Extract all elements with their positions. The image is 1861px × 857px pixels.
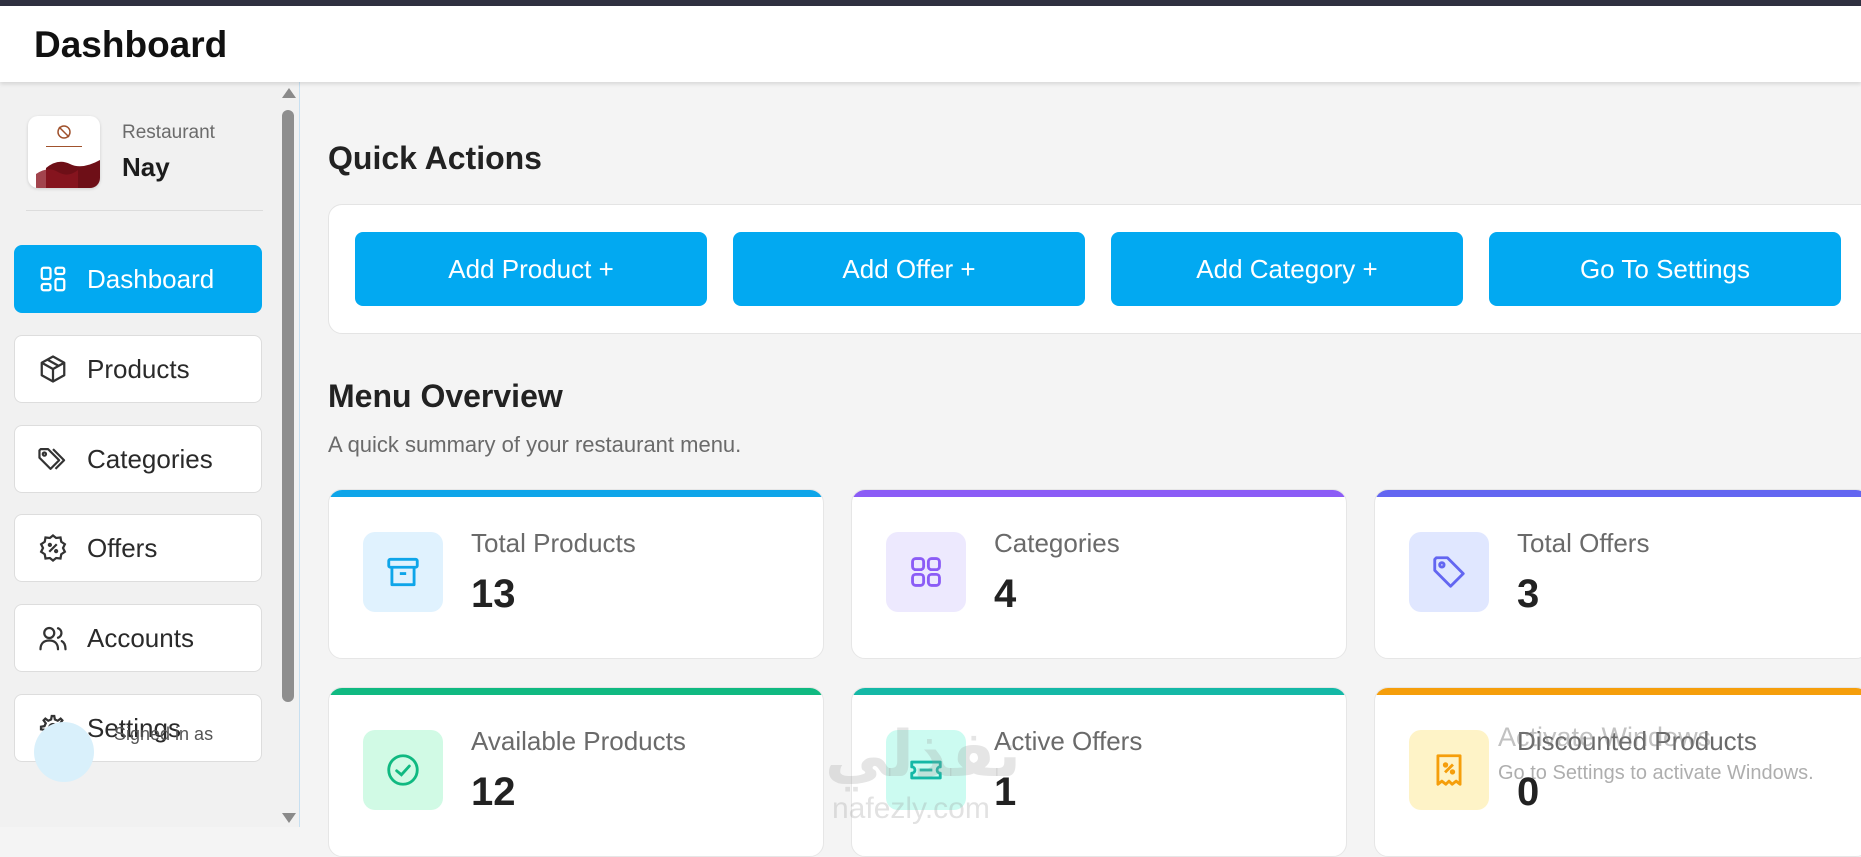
card-accent-bar xyxy=(852,688,1346,695)
grid-icon xyxy=(886,532,966,612)
stat-card-total-offers: Total Offers 3 xyxy=(1374,489,1861,659)
stat-card-available-products: Available Products 12 xyxy=(328,687,824,857)
main-content: Quick Actions Add Product + Add Offer + … xyxy=(300,82,1861,857)
tags-icon xyxy=(37,443,69,475)
tag-icon xyxy=(1409,532,1489,612)
sidebar-divider xyxy=(26,210,263,211)
stat-value: 12 xyxy=(471,770,516,814)
restaurant-brand: Restaurant Nay xyxy=(28,116,263,196)
add-offer-button[interactable]: Add Offer + xyxy=(733,232,1085,306)
archive-box-icon xyxy=(363,532,443,612)
discount-badge-icon xyxy=(37,532,69,564)
app-header: Dashboard xyxy=(0,6,1861,82)
card-accent-bar xyxy=(1375,490,1861,497)
check-circle-icon xyxy=(363,730,443,810)
stat-value: 4 xyxy=(994,572,1017,616)
restaurant-logo xyxy=(28,116,100,188)
sidebar-item-products[interactable]: Products xyxy=(14,335,262,403)
activate-windows-title: Activate Windows xyxy=(1498,722,1712,752)
stat-value: 3 xyxy=(1517,572,1540,616)
sidebar-item-label: Categories xyxy=(87,443,213,474)
card-accent-bar xyxy=(1375,688,1861,695)
user-avatar-icon xyxy=(34,722,94,782)
scroll-thumb[interactable] xyxy=(282,110,294,702)
sidebar-item-label: Dashboard xyxy=(87,263,215,294)
dashboard-grid-icon xyxy=(37,263,69,295)
card-accent-bar xyxy=(329,688,823,695)
watermark-arabic: نفذلي xyxy=(825,718,1021,792)
signed-in-label: Signed in as xyxy=(114,724,214,744)
brand-name: Nay xyxy=(122,152,170,182)
watermark-latin: nafezly.com xyxy=(832,792,990,825)
sidebar-item-label: Accounts xyxy=(87,622,194,653)
brand-type-label: Restaurant xyxy=(122,122,215,143)
add-category-button[interactable]: Add Category + xyxy=(1111,232,1463,306)
add-product-button[interactable]: Add Product + xyxy=(355,232,707,306)
sidebar-item-offers[interactable]: Offers xyxy=(14,514,262,582)
page-title: Dashboard xyxy=(34,24,228,65)
go-to-settings-button[interactable]: Go To Settings xyxy=(1489,232,1841,306)
stat-label: Categories xyxy=(994,528,1120,558)
stat-value: 13 xyxy=(471,572,516,616)
sidebar-item-categories[interactable]: Categories xyxy=(14,425,262,493)
users-icon xyxy=(37,622,69,654)
card-accent-bar xyxy=(852,490,1346,497)
stat-label: Total Offers xyxy=(1517,528,1650,558)
sidebar-scrollbar[interactable] xyxy=(277,82,299,827)
activate-windows-subtitle: Go to Settings to activate Windows. xyxy=(1498,762,1814,784)
menu-overview-subtitle: A quick summary of your restaurant menu. xyxy=(328,432,742,457)
sidebar-item-accounts[interactable]: Accounts xyxy=(14,604,262,672)
menu-overview-title: Menu Overview xyxy=(328,378,563,414)
stat-label: Total Products xyxy=(471,528,636,558)
receipt-percent-icon xyxy=(1409,730,1489,810)
sidebar-item-label: Offers xyxy=(87,532,158,563)
stat-card-categories: Categories 4 xyxy=(851,489,1347,659)
stat-card-total-products: Total Products 13 xyxy=(328,489,824,659)
sidebar-item-dashboard[interactable]: Dashboard xyxy=(14,245,262,313)
box-icon xyxy=(37,353,69,385)
scroll-down-arrow-icon[interactable] xyxy=(282,813,296,823)
card-accent-bar xyxy=(329,490,823,497)
scroll-up-arrow-icon[interactable] xyxy=(282,88,296,98)
quick-actions-card: Add Product + Add Offer + Add Category +… xyxy=(328,204,1861,334)
sidebar: Restaurant Nay Dashboard Products Catego… xyxy=(0,82,277,827)
stat-label: Available Products xyxy=(471,726,686,756)
quick-actions-title: Quick Actions xyxy=(328,140,542,176)
sidebar-item-label: Products xyxy=(87,353,190,384)
